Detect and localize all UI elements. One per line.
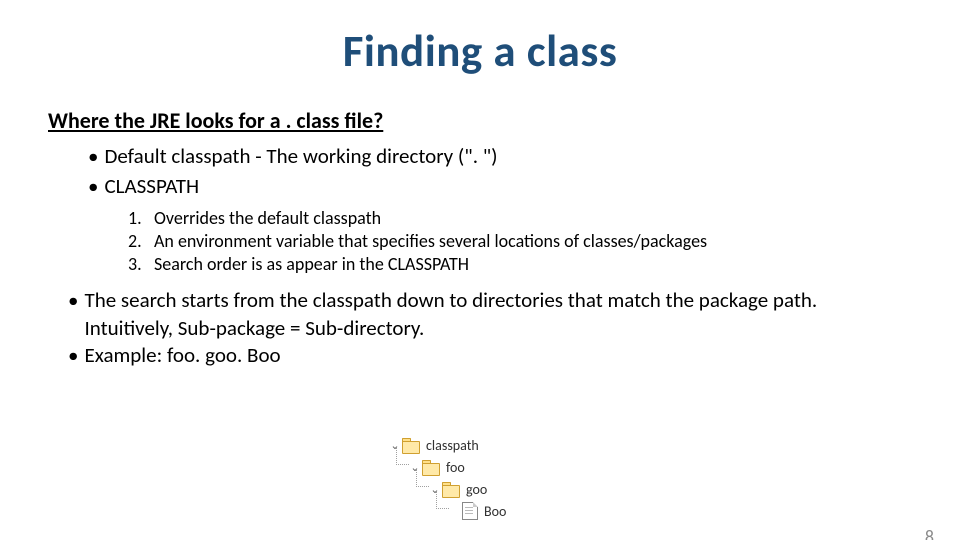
tree-label: goo: [466, 481, 487, 498]
item-number: 1.: [128, 207, 154, 230]
bullet-icon: •: [68, 342, 78, 370]
bullet-list-a: •Default classpath - The working directo…: [88, 142, 960, 201]
item-text: Overrides the default classpath: [154, 207, 381, 229]
slide-title: Finding a class: [0, 24, 960, 79]
bullet-icon: •: [68, 287, 78, 342]
item-number: 3.: [128, 253, 154, 276]
tree-node: Boo: [448, 500, 506, 522]
page-number: 8: [925, 526, 934, 540]
tree-node: ⌄ classpath: [388, 434, 506, 456]
bullet-icon: •: [88, 143, 98, 169]
bullet-text: CLASSPATH: [104, 173, 199, 199]
tree-node: ⌄ foo: [408, 456, 506, 478]
file-icon: [462, 502, 478, 520]
item-text: Search order is as appear in the CLASSPA…: [154, 253, 469, 275]
tree-label: classpath: [426, 437, 479, 454]
folder-icon: [442, 482, 460, 496]
tree-label: foo: [446, 459, 465, 476]
numbered-list: 1.Overrides the default classpath 2.An e…: [128, 207, 960, 277]
bullet-item: • The search starts from the classpath d…: [68, 287, 908, 342]
bullet-list-b: • The search starts from the classpath d…: [68, 287, 908, 370]
bullet-item: •Default classpath - The working directo…: [88, 142, 960, 170]
bullet-text: The search starts from the classpath dow…: [84, 287, 908, 342]
folder-icon: [422, 460, 440, 474]
list-item: 2.An environment variable that specifies…: [128, 230, 960, 253]
bullet-icon: •: [88, 173, 98, 199]
subheading: Where the JRE looks for a . class file?: [48, 107, 960, 134]
bullet-item: •CLASSPATH: [88, 172, 960, 200]
bullet-text: Default classpath - The working director…: [104, 143, 497, 169]
slide: Finding a class Where the JRE looks for …: [0, 24, 960, 540]
list-item: 1.Overrides the default classpath: [128, 207, 960, 230]
item-text: An environment variable that specifies s…: [154, 230, 707, 252]
folder-icon: [402, 438, 420, 452]
item-number: 2.: [128, 230, 154, 253]
bullet-item: • Example: foo. goo. Boo: [68, 342, 908, 370]
bullet-text: Example: foo. goo. Boo: [84, 342, 908, 370]
folder-tree: ⌄ classpath ⌄ foo ⌄ goo Boo: [388, 434, 506, 522]
tree-label: Boo: [484, 503, 506, 520]
list-item: 3.Search order is as appear in the CLASS…: [128, 253, 960, 276]
